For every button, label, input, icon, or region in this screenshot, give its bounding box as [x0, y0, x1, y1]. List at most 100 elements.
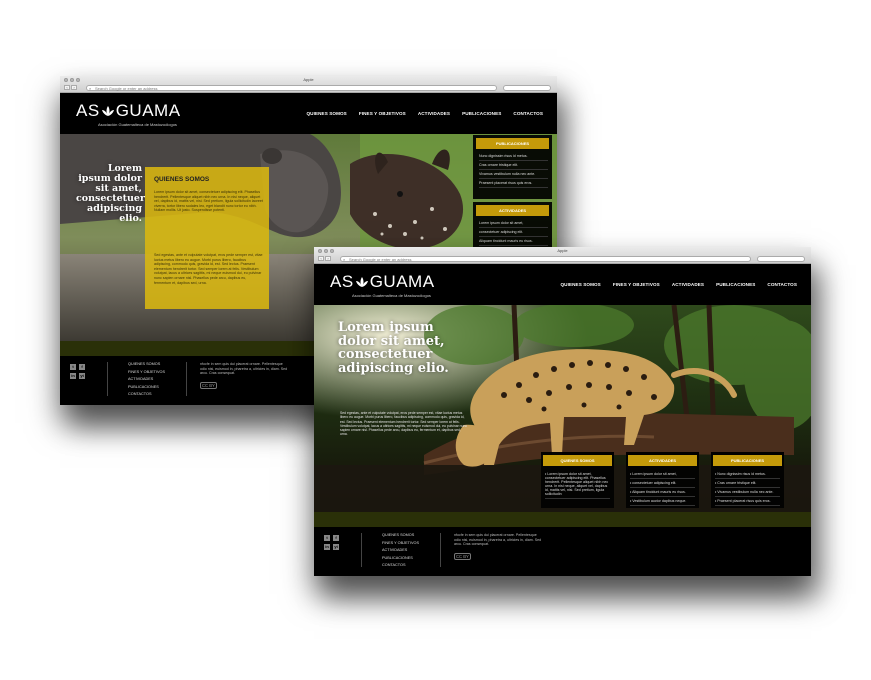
- card-item[interactable]: Aliquam tincidunt mauris eu risus.: [630, 488, 695, 497]
- footer-divider: [186, 362, 187, 396]
- site-header: AS GUAMA Asociación Guatemalteca de Mast…: [60, 93, 557, 134]
- footer-link-fines-y-objetivos[interactable]: FINES Y OBJETIVOS: [128, 370, 165, 374]
- logo-text-left: AS: [330, 272, 354, 291]
- card-title: ACTIVIDADES: [628, 455, 697, 466]
- license-badge[interactable]: CC BY: [200, 382, 217, 389]
- footer-links: QUIENES SOMOS FINES Y OBJETIVOS ACTIVIDA…: [382, 533, 419, 567]
- nav-item-publicaciones[interactable]: PUBLICACIONES: [462, 111, 501, 116]
- nav-item-publicaciones[interactable]: PUBLICACIONES: [716, 282, 755, 287]
- footer-link-publicaciones[interactable]: PUBLICACIONES: [128, 385, 165, 389]
- footer-link-actividades[interactable]: ACTIVIDADES: [382, 548, 419, 552]
- card-item[interactable]: consectetuer adipiscing elit.: [630, 479, 695, 488]
- footer-link-contactos[interactable]: CONTACTOS: [128, 392, 165, 396]
- facebook-icon[interactable]: f: [79, 364, 85, 370]
- footer-link-fines-y-objetivos[interactable]: FINES Y OBJETIVOS: [382, 541, 419, 545]
- browser-toolbar: Apple ‹ › ⌕ Search Google or enter an ad…: [314, 247, 811, 264]
- card-item[interactable]: Praesent placerat risus quis eros.: [715, 497, 780, 506]
- card-title: QUIENES SOMOS: [543, 455, 612, 466]
- logo-text-right: GUAMA: [369, 272, 435, 291]
- card-item[interactable]: Vestibulum auctor dapibus neque.: [630, 497, 695, 506]
- footer-link-publicaciones[interactable]: PUBLICACIONES: [382, 556, 419, 560]
- logo-tagline: Asociación Guatemalteca de Mastozoólogos: [98, 122, 177, 127]
- window-title: Apple: [557, 248, 568, 253]
- linkedin-icon[interactable]: in: [324, 544, 330, 550]
- main-nav: QUIENES SOMOS FINES Y OBJETIVOS ACTIVIDA…: [306, 111, 543, 116]
- nav-item-quienes-somos[interactable]: QUIENES SOMOS: [306, 111, 346, 116]
- site-logo[interactable]: AS GUAMA Asociación Guatemalteca de Mast…: [330, 272, 435, 298]
- nav-item-fines-y-objetivos[interactable]: FINES Y OBJETIVOS: [359, 111, 406, 116]
- forward-button[interactable]: ›: [71, 85, 77, 90]
- search-icon: ⌕: [89, 86, 92, 91]
- card-actividades: ACTIVIDADES Lorem ipsum dolor sit amet, …: [626, 452, 699, 508]
- quienes-somos-panel: QUIENES SOMOS Lorem ipsum dolor sit amet…: [145, 167, 269, 309]
- quienes-somos-title: QUIENES SOMOS: [154, 176, 210, 183]
- hero-paragraph: Sed egestas, ante et vulputate volutpat,…: [340, 411, 468, 437]
- site-logo[interactable]: AS GUAMA Asociación Guatemalteca de Mast…: [76, 101, 181, 127]
- website-page: AS GUAMA Asociación Guatemalteca de Mast…: [314, 264, 811, 576]
- youtube-icon[interactable]: yt: [79, 373, 85, 379]
- info-cards: QUIENES SOMOS Lorem ipsum dolor sit amet…: [541, 452, 784, 508]
- quienes-somos-paragraph-1: Lorem ipsum dolor sit amet, consectetuer…: [154, 190, 263, 213]
- address-bar[interactable]: ⌕ Search Google or enter an address: [86, 85, 497, 91]
- social-icons: t f in yt: [70, 364, 85, 379]
- card-item: Lorem ipsum dolor sit amet, consectetuer…: [545, 470, 610, 499]
- card-title: PUBLICACIONES: [713, 455, 782, 466]
- browser-toolbar: Apple ‹ › ⌕ Search Google or enter an ad…: [60, 76, 557, 93]
- back-button[interactable]: ‹: [64, 85, 70, 90]
- footer-link-actividades[interactable]: ACTIVIDADES: [128, 377, 165, 381]
- logo-tagline: Asociación Guatemalteca de Mastozoólogos: [352, 293, 431, 298]
- footer-text: nfocfe in sem quis dui placerat ornare. …: [200, 362, 288, 375]
- logo-text-left: AS: [76, 101, 100, 120]
- nav-item-contactos[interactable]: CONTACTOS: [767, 282, 797, 287]
- sidebar-actividades-item[interactable]: Aliquam tincidunt mauris eu risus.: [479, 237, 548, 246]
- card-item[interactable]: Cras ornare tristique elit.: [715, 479, 780, 488]
- address-bar[interactable]: ⌕ Search Google or enter an address: [340, 256, 751, 262]
- footer-text: nfocfe in sem quis dui placerat ornare. …: [454, 533, 542, 546]
- browser-search-field[interactable]: [503, 85, 551, 91]
- card-item[interactable]: Vivamus vestibulum nulla nec ante.: [715, 488, 780, 497]
- back-button[interactable]: ‹: [318, 256, 324, 261]
- nav-item-actividades[interactable]: ACTIVIDADES: [418, 111, 450, 116]
- nav-item-fines-y-objetivos[interactable]: FINES Y OBJETIVOS: [613, 282, 660, 287]
- hero-title: Lorem ipsum dolor sit amet, consectetuer…: [338, 320, 449, 376]
- sidebar-actividades-item[interactable]: consectetuer adipiscing elit.: [479, 228, 548, 237]
- license-badge[interactable]: CC BY: [454, 553, 471, 560]
- leaf-logo-icon: [101, 106, 114, 116]
- footer-links: QUIENES SOMOS FINES Y OBJETIVOS ACTIVIDA…: [128, 362, 165, 396]
- footer-link-quienes-somos[interactable]: QUIENES SOMOS: [382, 533, 419, 537]
- browser-window-front: Apple ‹ › ⌕ Search Google or enter an ad…: [314, 247, 811, 576]
- nav-item-contactos[interactable]: CONTACTOS: [513, 111, 543, 116]
- site-header: AS GUAMA Asociación Guatemalteca de Mast…: [314, 264, 811, 305]
- twitter-icon[interactable]: t: [70, 364, 76, 370]
- footer-divider: [361, 533, 362, 567]
- facebook-icon[interactable]: f: [333, 535, 339, 541]
- hero-section: Lorem ipsum dolor sit amet, consectetuer…: [314, 305, 811, 512]
- sidebar-publicaciones-item[interactable]: Nunc dignissim risus id metus.: [479, 152, 548, 161]
- footer-link-quienes-somos[interactable]: QUIENES SOMOS: [128, 362, 165, 366]
- logo-text-right: GUAMA: [115, 101, 181, 120]
- sidebar-publicaciones: PUBLICACIONES Nunc dignissim risus id me…: [473, 135, 552, 199]
- nav-item-quienes-somos[interactable]: QUIENES SOMOS: [560, 282, 600, 287]
- linkedin-icon[interactable]: in: [70, 373, 76, 379]
- footer-divider: [440, 533, 441, 567]
- card-item[interactable]: Nunc dignissim risus id metus.: [715, 470, 780, 479]
- youtube-icon[interactable]: yt: [333, 544, 339, 550]
- footer-band: [314, 512, 811, 527]
- sidebar-publicaciones-item[interactable]: Praesent placerat risus quis eros.: [479, 179, 548, 188]
- footer-link-contactos[interactable]: CONTACTOS: [382, 563, 419, 567]
- address-placeholder: Search Google or enter an address: [349, 257, 412, 262]
- twitter-icon[interactable]: t: [324, 535, 330, 541]
- social-icons: t f in yt: [324, 535, 339, 550]
- nav-item-actividades[interactable]: ACTIVIDADES: [672, 282, 704, 287]
- sidebar-actividades-item[interactable]: Lorem ipsum dolor sit amet,: [479, 219, 548, 228]
- quienes-somos-paragraph-2: Sed egestas, ante et vulputate volutpat,…: [154, 253, 263, 285]
- site-footer: t f in yt QUIENES SOMOS FINES Y OBJETIVO…: [314, 527, 811, 576]
- forward-button[interactable]: ›: [325, 256, 331, 261]
- card-quienes-somos: QUIENES SOMOS Lorem ipsum dolor sit amet…: [541, 452, 614, 508]
- sidebar-publicaciones-item[interactable]: Vivamus vestibulum nulla nec ante.: [479, 170, 548, 179]
- leaf-logo-icon: [355, 277, 368, 287]
- card-item[interactable]: Lorem ipsum dolor sit amet,: [630, 470, 695, 479]
- window-title: Apple: [303, 77, 314, 82]
- sidebar-publicaciones-item[interactable]: Cras ornare tristique elit.: [479, 161, 548, 170]
- browser-search-field[interactable]: [757, 256, 805, 262]
